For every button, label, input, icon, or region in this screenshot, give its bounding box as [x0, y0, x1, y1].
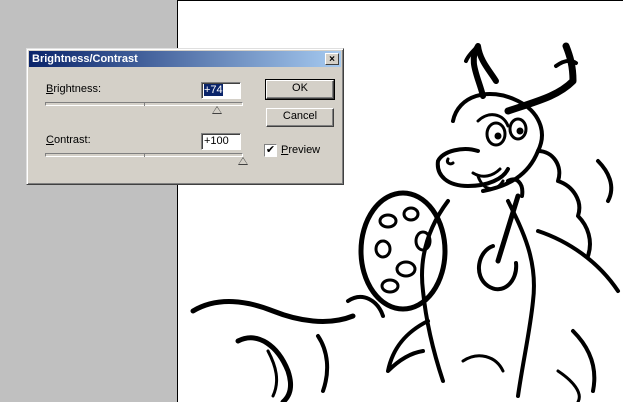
- close-icon: ×: [329, 54, 335, 65]
- brightness-contrast-dialog: Brightness/Contrast × Brightness: +74 Co…: [26, 48, 344, 185]
- brightness-value: +74: [204, 84, 223, 96]
- close-button[interactable]: ×: [325, 53, 339, 65]
- cancel-button[interactable]: Cancel: [266, 108, 334, 127]
- preview-checkbox[interactable]: ✔: [264, 144, 277, 157]
- contrast-input[interactable]: +100: [201, 133, 241, 150]
- brightness-label: Brightness:: [46, 83, 102, 95]
- ok-button[interactable]: OK: [265, 79, 335, 100]
- dialog-titlebar[interactable]: Brightness/Contrast ×: [29, 51, 341, 67]
- contrast-value: +100: [204, 135, 229, 147]
- preview-label[interactable]: Preview: [281, 144, 320, 156]
- brightness-center-tick: [144, 102, 145, 106]
- brightness-input[interactable]: +74: [201, 82, 241, 99]
- checkmark-icon: ✔: [265, 144, 276, 156]
- contrast-slider-thumb[interactable]: [238, 157, 248, 165]
- contrast-label: Contrast:: [46, 134, 91, 146]
- contrast-center-tick: [144, 153, 145, 157]
- contrast-slider-track[interactable]: [45, 153, 243, 157]
- dialog-title: Brightness/Contrast: [32, 53, 138, 65]
- brightness-slider-thumb[interactable]: [212, 106, 223, 114]
